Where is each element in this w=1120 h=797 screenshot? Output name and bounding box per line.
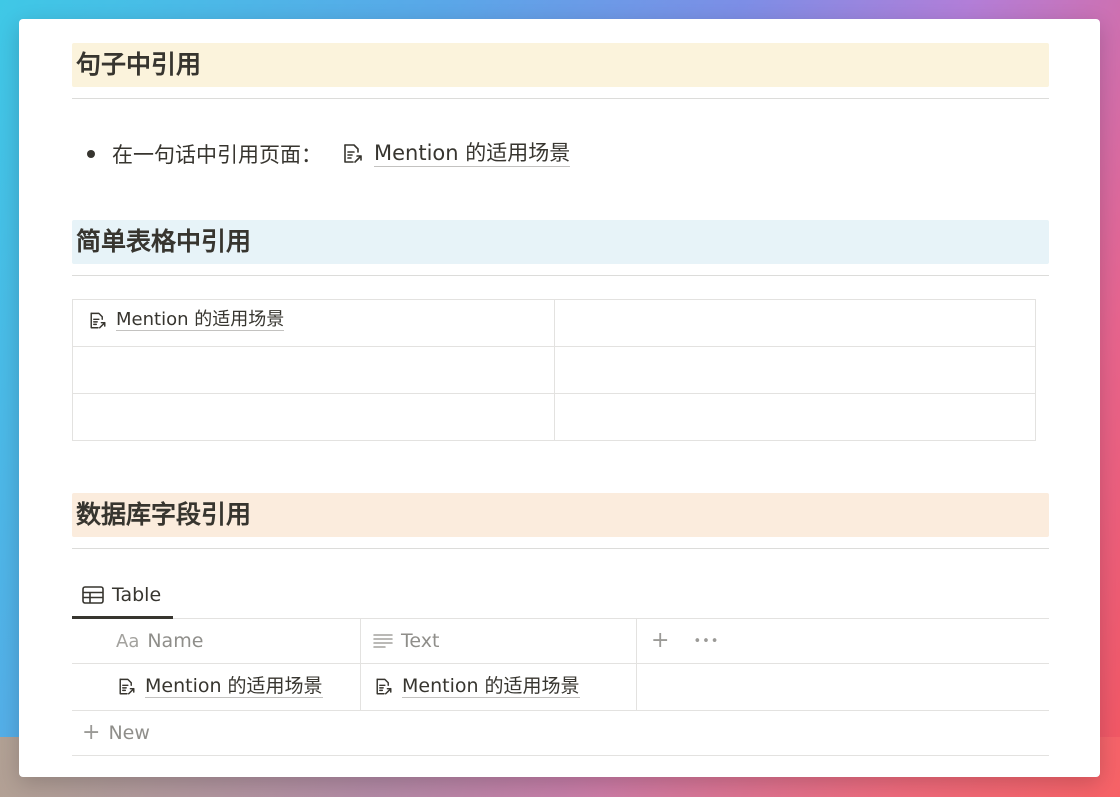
heading-sentence[interactable]: 句子中引用: [72, 43, 1049, 87]
table-row: [72, 393, 1037, 441]
column-actions: + •••: [637, 619, 1049, 663]
divider: [72, 98, 1049, 99]
tab-label: Table: [112, 583, 162, 606]
column-header-name[interactable]: Aa Name: [72, 619, 361, 663]
divider: [72, 548, 1049, 549]
page-mention-icon: [373, 676, 395, 698]
table-cell[interactable]: [553, 346, 1037, 394]
heading-simple-table[interactable]: 简单表格中引用: [72, 220, 1049, 264]
database-row[interactable]: Mention 的适用场景 Mention 的适用场景: [72, 664, 1049, 711]
page-mention-icon: [340, 141, 366, 167]
database-view-tabs: Table: [72, 571, 1049, 619]
table-cell[interactable]: Mention 的适用场景: [72, 299, 555, 347]
bullet-text: 在一句话中引用页面：: [112, 143, 322, 167]
mention-text: Mention 的适用场景: [402, 674, 580, 699]
table-row: [72, 346, 1037, 394]
more-icon[interactable]: •••: [693, 634, 719, 649]
new-row-label: New: [108, 722, 150, 744]
table-cell[interactable]: [553, 393, 1037, 441]
simple-table: Mention 的适用场景: [72, 299, 1037, 441]
column-header-text[interactable]: Text: [361, 619, 637, 663]
plus-icon[interactable]: +: [651, 630, 669, 652]
mention-text: Mention 的适用场景: [374, 141, 571, 167]
table-cell[interactable]: [553, 299, 1037, 347]
bullet-item[interactable]: 在一句话中引用页面： Mention 的适用场景: [72, 139, 571, 169]
table-cell[interactable]: [72, 393, 555, 441]
text-lines-icon: [373, 633, 393, 649]
heading-database-section: 数据库字段引用: [72, 493, 1049, 549]
heading-database[interactable]: 数据库字段引用: [72, 493, 1049, 537]
page-card: 句子中引用 在一句话中引用页面： Mention 的适用场景 简单表格中引用 M…: [19, 19, 1100, 777]
title-property-icon: Aa: [116, 630, 140, 652]
cell-text[interactable]: Mention 的适用场景: [361, 664, 637, 710]
mention-text: Mention 的适用场景: [145, 674, 323, 699]
page-mention-icon: [116, 676, 138, 698]
plus-icon: +: [82, 720, 101, 745]
tab-table-view[interactable]: Table: [72, 571, 173, 619]
heading-table-section: 简单表格中引用: [72, 220, 1049, 276]
mention-text: Mention 的适用场景: [116, 308, 285, 332]
table-cell[interactable]: [72, 346, 555, 394]
page-mention-link[interactable]: Mention 的适用场景: [340, 141, 571, 167]
cell-name[interactable]: Mention 的适用场景: [72, 664, 361, 710]
divider: [72, 275, 1049, 276]
new-row-button[interactable]: + New: [72, 711, 1049, 756]
page-mention-icon: [87, 310, 109, 332]
bullet-dot-icon: [87, 150, 95, 158]
page-mention-link[interactable]: Mention 的适用场景: [116, 674, 323, 699]
table-row: Mention 的适用场景: [72, 299, 1037, 347]
page-mention-link[interactable]: Mention 的适用场景: [373, 674, 580, 699]
page-mention-link[interactable]: Mention 的适用场景: [87, 308, 285, 332]
table-icon: [82, 585, 104, 604]
cell-empty: [637, 664, 1049, 710]
database-header-row: Aa Name Text + •••: [72, 619, 1049, 664]
column-label: Name: [147, 630, 204, 652]
column-label: Text: [401, 630, 440, 652]
heading-sentence-section: 句子中引用: [72, 43, 1049, 99]
